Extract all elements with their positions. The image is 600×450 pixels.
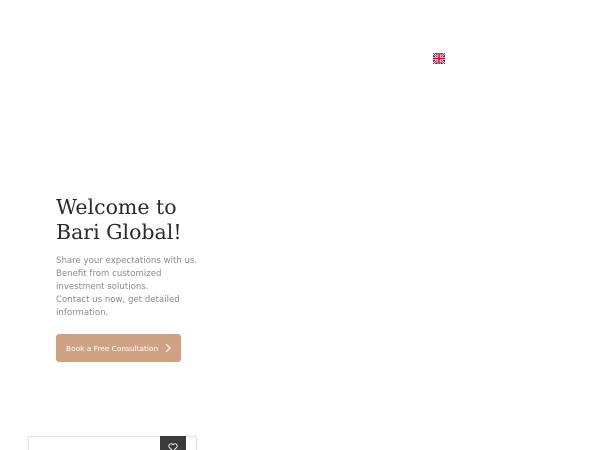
- search-input[interactable]: [29, 437, 159, 450]
- hero-text-line: Contact us now, get detailed: [56, 295, 180, 305]
- chevron-right-icon: [165, 343, 171, 353]
- hero-text-line: investment solutions.: [56, 282, 149, 292]
- search-button[interactable]: [160, 436, 186, 450]
- hero-title-line-2: Bari Global!: [56, 220, 182, 244]
- hero-text-line: information.: [56, 308, 109, 318]
- hero-text-line: Benefit from customized: [56, 269, 162, 279]
- uk-flag-icon: [433, 53, 445, 64]
- book-consultation-button[interactable]: Book a Free Consultation: [56, 334, 181, 362]
- cta-label: Book a Free Consultation: [66, 343, 159, 353]
- search-bar: [28, 436, 197, 450]
- language-flag-button[interactable]: [433, 53, 445, 64]
- heart-icon: [168, 437, 178, 450]
- page: Welcome to Bari Global! Share your expec…: [0, 0, 600, 450]
- hero-title-line-1: Welcome to: [56, 195, 177, 219]
- hero-section: Welcome to Bari Global! Share your expec…: [56, 195, 226, 320]
- hero-text-line: Share your expectations with us.: [56, 256, 198, 266]
- hero-description: Share your expectations with us. Benefit…: [56, 255, 226, 320]
- hero-title: Welcome to Bari Global!: [56, 195, 226, 245]
